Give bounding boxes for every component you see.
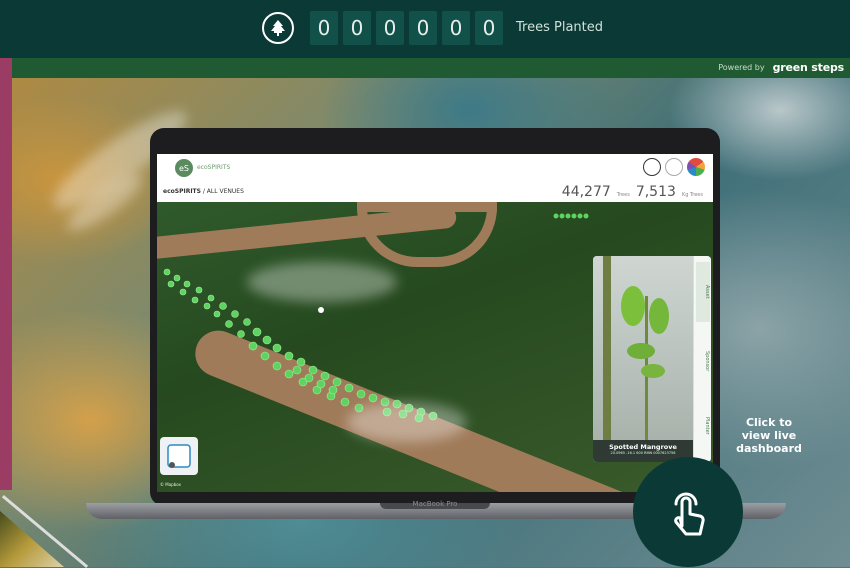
user-icon[interactable] xyxy=(643,158,661,176)
mangrove-photo xyxy=(593,256,693,440)
tab-sponsor[interactable]: Sponsor xyxy=(696,331,710,391)
river xyxy=(357,202,497,267)
counter-digit: 0 xyxy=(442,11,470,45)
counter-digit: 0 xyxy=(409,11,437,45)
tap-hand-icon xyxy=(674,492,705,536)
tree-detail-card[interactable]: Spotted Mangrove 20.0965 -16.1 600 RMN 0… xyxy=(593,256,711,462)
counter-label: Trees Planted xyxy=(516,20,603,35)
cloud xyxy=(347,402,467,442)
sdg-wheel-icon[interactable] xyxy=(687,158,705,176)
card-coords: 20.0965 -16.1 600 RMN 0007623756 xyxy=(610,451,676,455)
leaf-icon[interactable] xyxy=(665,158,683,176)
dashboard-screen[interactable]: eS ecoSPIRITS ecoSPIRITS / ALL VENUES 44… xyxy=(157,154,713,492)
stat-trees-unit: Trees xyxy=(616,192,630,198)
stat-weight-value: 7,513 xyxy=(635,184,676,200)
map-view[interactable]: Spotted Mangrove 20.0965 -16.1 600 RMN 0… xyxy=(157,202,713,492)
planted-trees-cluster[interactable] xyxy=(552,206,592,219)
card-title: Spotted Mangrove xyxy=(609,443,677,451)
left-accent-stripe xyxy=(0,0,12,490)
tree-counter: 0 0 0 0 0 0 xyxy=(310,11,503,45)
tab-planter[interactable]: Planter xyxy=(696,396,710,456)
map-landmark-pin[interactable] xyxy=(317,306,325,315)
counter-digit: 0 xyxy=(376,11,404,45)
app-logo-text: ecoSPIRITS xyxy=(197,164,231,171)
tree-icon xyxy=(262,12,294,44)
stats: 44,277 Trees 7,513 Kg Trees xyxy=(562,184,703,200)
map-attribution[interactable]: © Mapbox xyxy=(160,482,181,487)
card-tabs: Asset Sponsor Planter xyxy=(693,256,711,462)
cta-label[interactable]: Click to view live dashboard xyxy=(730,416,808,455)
powered-by-label: Powered by xyxy=(718,63,765,72)
stat-weight-unit: Kg Trees xyxy=(681,192,703,198)
view-dashboard-button[interactable] xyxy=(633,457,743,567)
cloud xyxy=(247,262,397,302)
breadcrumb: ecoSPIRITS / ALL VENUES xyxy=(163,188,244,195)
counter-digit: 0 xyxy=(343,11,371,45)
app-logo-icon: eS xyxy=(175,159,193,177)
counter-digit: 0 xyxy=(475,11,503,45)
breadcrumb-org[interactable]: ecoSPIRITS xyxy=(163,188,201,195)
tab-asset[interactable]: Asset xyxy=(696,262,710,322)
brand-logo: green steps xyxy=(772,61,845,74)
stat-trees-value: 44,277 xyxy=(561,184,611,200)
powered-by[interactable]: Powered by green steps xyxy=(718,61,844,74)
app-header: eS ecoSPIRITS xyxy=(157,154,713,183)
map-style-control[interactable] xyxy=(160,437,198,475)
breadcrumb-rest: / ALL VENUES xyxy=(200,188,244,195)
counter-digit: 0 xyxy=(310,11,338,45)
